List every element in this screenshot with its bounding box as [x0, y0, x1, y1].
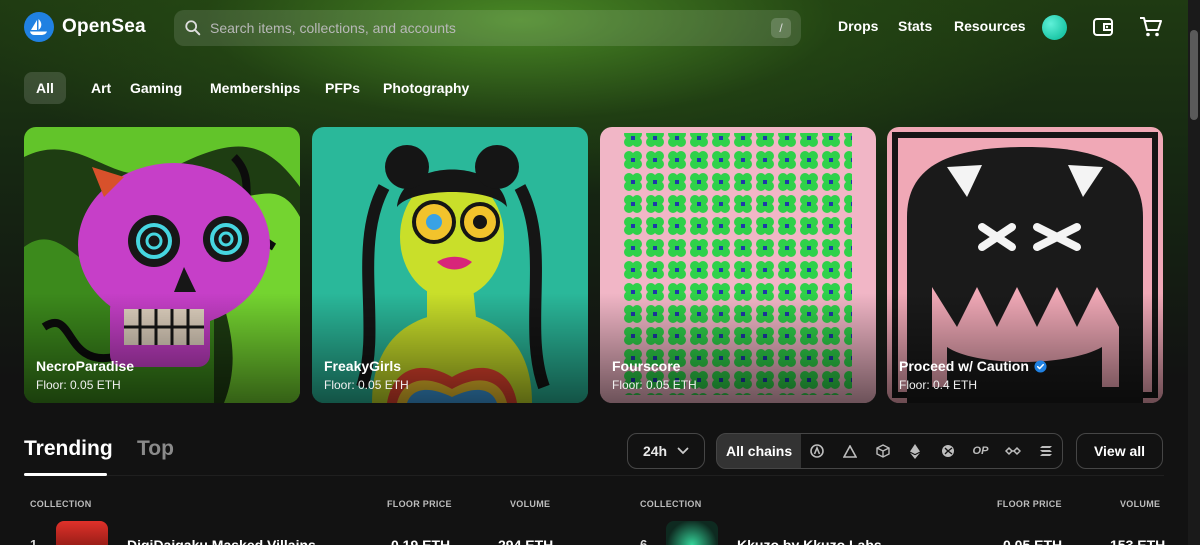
row-volume: 294 ETH [498, 537, 554, 545]
featured-card-title: Fourscore [612, 358, 680, 374]
nav-drops[interactable]: Drops [838, 18, 878, 34]
verified-badge-icon [1034, 359, 1047, 373]
column-header-volume: VOLUME [510, 499, 551, 509]
column-header-floor-price: FLOOR PRICE [387, 499, 452, 509]
featured-card-floor: Floor: 0.4 ETH [899, 378, 978, 392]
top-header: OpenSea / Drops Stats Resources [0, 0, 1188, 56]
category-all[interactable]: All [24, 72, 66, 104]
category-art[interactable]: Art [79, 72, 123, 104]
category-gaming[interactable]: Gaming [118, 72, 194, 104]
category-photography[interactable]: Photography [371, 72, 481, 104]
column-header-volume: VOLUME [1120, 499, 1161, 509]
chain-all-button[interactable]: All chains [717, 434, 802, 468]
polygon-icon[interactable] [997, 434, 1030, 468]
category-pfps[interactable]: PFPs [313, 72, 372, 104]
row-collection-name: Kkuzo by Kkuzo Labs [737, 537, 882, 545]
row-rank: 6 [640, 537, 648, 545]
column-header-floor-price: FLOOR PRICE [997, 499, 1062, 509]
wallet-icon[interactable] [1091, 15, 1115, 39]
tab-trending[interactable]: Trending [24, 437, 113, 461]
nav-stats[interactable]: Stats [898, 18, 932, 34]
chain-filter: All chains OP [716, 433, 1063, 469]
row-volume: 153 ETH [1110, 537, 1166, 545]
featured-card-floor: Floor: 0.05 ETH [324, 378, 409, 392]
avalanche-icon[interactable] [834, 434, 867, 468]
row-rank: 1 [30, 537, 38, 545]
brand-name: OpenSea [62, 16, 146, 37]
chevron-down-icon [677, 447, 689, 455]
time-range-dropdown[interactable]: 24h [627, 433, 705, 469]
row-floor-price: 0.19 ETH [391, 537, 451, 545]
featured-card-title: FreakyGirls [324, 358, 401, 374]
featured-card-fourscore[interactable]: Fourscore Floor: 0.05 ETH [600, 127, 876, 403]
search-bar[interactable]: / [174, 10, 801, 46]
opensea-logo[interactable]: OpenSea [24, 12, 146, 42]
featured-card-proceed-w-caution[interactable]: Proceed w/ Caution Floor: 0.4 ETH [887, 127, 1163, 403]
scrollbar-thumb[interactable] [1190, 30, 1198, 120]
klaytn-icon[interactable] [932, 434, 965, 468]
collection-thumbnail [56, 521, 108, 545]
ethereum-icon[interactable] [899, 434, 932, 468]
avatar[interactable] [1042, 15, 1067, 40]
view-all-button[interactable]: View all [1076, 433, 1163, 469]
optimism-icon[interactable]: OP [964, 434, 997, 468]
search-input[interactable] [210, 20, 771, 36]
row-collection-name: DigiDaigaku Masked Villains [127, 537, 316, 545]
cart-icon[interactable] [1139, 15, 1163, 39]
collection-name: Proceed w/ Caution [899, 358, 1029, 374]
featured-card-title: NecroParadise [36, 358, 134, 374]
column-header-collection: COLLECTION [30, 499, 92, 509]
collection-name: NecroParadise [36, 358, 135, 374]
arbitrum-icon[interactable] [801, 434, 834, 468]
category-memberships[interactable]: Memberships [198, 72, 312, 104]
nav-resources[interactable]: Resources [954, 18, 1026, 34]
page-scrollbar[interactable] [1188, 0, 1200, 545]
collection-name: FreakyGirls [324, 358, 402, 374]
collection-name: Fourscore [612, 358, 681, 374]
base-icon[interactable] [866, 434, 899, 468]
search-icon [185, 20, 201, 36]
time-range-value: 24h [642, 443, 668, 459]
collection-thumbnail [666, 521, 718, 545]
sailboat-logo-icon [24, 12, 54, 42]
featured-card-freakygirls[interactable]: FreakyGirls Floor: 0.05 ETH [312, 127, 588, 403]
featured-card-floor: Floor: 0.05 ETH [612, 378, 697, 392]
row-floor-price: 0.05 ETH [1003, 537, 1063, 545]
tabs-divider [24, 475, 1164, 476]
column-header-collection: COLLECTION [640, 499, 702, 509]
featured-card-floor: Floor: 0.05 ETH [36, 378, 121, 392]
tab-top[interactable]: Top [137, 437, 174, 461]
solana-icon[interactable] [1029, 434, 1062, 468]
featured-card-title: Proceed w/ Caution [899, 358, 1047, 374]
search-shortcut-key: / [771, 18, 791, 38]
active-tab-indicator [24, 473, 107, 476]
featured-card-necroparadise[interactable]: NecroParadise Floor: 0.05 ETH [24, 127, 300, 403]
